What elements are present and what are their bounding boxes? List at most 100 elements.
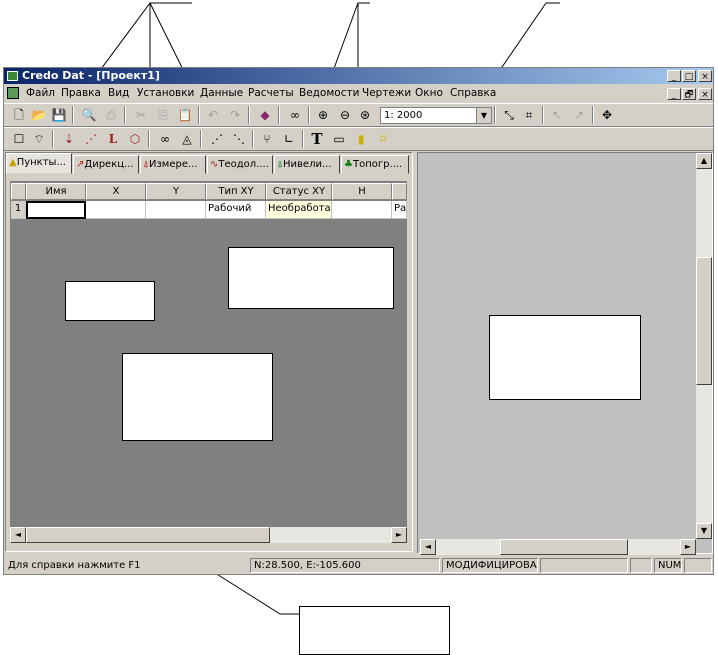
child-minimize-button[interactable]: _ [667,88,681,100]
toolbar-separator [52,130,54,148]
tab-points[interactable]: ▲Пункты... [6,153,72,174]
toolbar-separator [148,130,150,148]
cell-x[interactable] [86,201,146,219]
zoom-out-icon[interactable]: ⊖ [336,106,354,124]
zoom-extents-icon[interactable]: ⤡ [500,106,518,124]
scroll-left-icon[interactable]: ◄ [420,539,436,555]
text-tool-icon[interactable]: T [308,130,326,148]
tab-traverse[interactable]: ∿Теодол.... [207,155,273,174]
traverse-alt-icon[interactable]: ⋱ [230,130,248,148]
toolbar-separator [494,106,496,124]
cell-name[interactable] [26,201,86,219]
new-file-icon[interactable]: 🗋 [10,106,28,124]
tab-measurements[interactable]: ⍋Измере... [140,155,206,174]
menu-view[interactable]: Вид [108,87,129,99]
traverse-icon[interactable]: ⋰ [208,130,226,148]
column-header-h[interactable]: H [332,183,392,200]
paste-icon[interactable]: 📋 [176,106,194,124]
branch-icon[interactable]: ⑂ [258,130,276,148]
cell-status-xy[interactable]: Необработан [266,201,332,219]
cell-extra[interactable]: Раб [392,201,407,219]
callout-box [65,281,155,321]
menu-edit[interactable]: Правка [61,87,101,99]
row-number: 1 [11,201,26,219]
menu-file[interactable]: Файл [26,87,55,99]
column-header-type-xy[interactable]: Тип XY [206,183,266,200]
open-folder-icon[interactable]: 📂 [30,106,48,124]
tab-label: Теодол.... [218,159,269,170]
redo-icon[interactable]: ↷ [226,106,244,124]
status-panel-empty [540,558,628,573]
xy-grid-icon[interactable]: ⌗ [520,106,538,124]
maximize-button[interactable]: □ [682,70,696,82]
sheet-icon[interactable]: ⌑ [374,130,392,148]
frame-icon[interactable]: ▭ [330,130,348,148]
right-vertical-scrollbar[interactable]: ▲ ▼ [696,153,712,539]
copy-icon[interactable]: ⎘ [154,106,172,124]
scroll-right-icon[interactable]: ► [680,539,696,555]
note-icon[interactable]: ▮ [352,130,370,148]
cell-y[interactable] [146,201,206,219]
callout-box [228,247,394,309]
status-modified: МОДИФИЦИРОВАН [442,558,538,573]
right-horizontal-scrollbar[interactable]: ◄ ► [420,539,696,555]
scroll-right-icon[interactable]: ► [391,527,407,543]
select-prev-icon[interactable]: ↖ [548,106,566,124]
zoom-window-icon[interactable]: ⊛ [356,106,374,124]
menu-data[interactable]: Данные [200,87,243,99]
cut-icon[interactable]: ✂ [132,106,150,124]
polygon-tool-icon[interactable]: ◬ [178,130,196,148]
rectangle-select-icon[interactable]: ☐ [10,130,28,148]
tab-topography[interactable]: ♣Топогр.... [341,155,409,174]
menu-help[interactable]: Справка [450,87,496,99]
left-horizontal-scrollbar[interactable]: ◄ ► [10,527,407,543]
menu-window[interactable]: Окно [415,87,443,99]
close-button[interactable]: × [698,70,712,82]
status-coordinates: N:28.500, E:-105.600 [250,558,440,573]
scroll-up-icon[interactable]: ▲ [696,153,712,169]
print-icon[interactable]: ⎙ [102,106,120,124]
pan-icon[interactable]: ✥ [598,106,616,124]
document-icon[interactable] [7,87,19,99]
scroll-thumb[interactable] [26,527,270,543]
menu-calculations[interactable]: Расчеты [248,87,294,99]
status-num: NUM [654,558,682,573]
column-header-extra[interactable] [392,183,407,200]
print-preview-icon[interactable]: 🔍 [80,106,98,124]
chevron-down-icon[interactable]: ▼ [476,108,491,123]
scroll-thumb[interactable] [696,257,712,385]
point-connect-icon[interactable]: ⋰ [82,130,100,148]
tab-directions[interactable]: ↗Дирекц... [73,155,139,174]
zoom-in-icon[interactable]: ⊕ [314,106,332,124]
window-title: Credo Dat - [Проект1] [22,69,160,82]
select-next-icon[interactable]: ↗ [570,106,588,124]
column-header-x[interactable]: X [86,183,146,200]
polygon-select-icon[interactable]: ⌔ [30,130,48,148]
tab-label: Измере... [149,159,198,170]
child-close-button[interactable]: × [698,88,712,100]
tab-leveling[interactable]: ⍋Нивели... [274,155,340,174]
column-header-y[interactable]: Y [146,183,206,200]
scroll-down-icon[interactable]: ▼ [696,523,712,539]
cell-h[interactable] [332,201,392,219]
cell-type-xy[interactable]: Рабочий [206,201,266,219]
minimize-button[interactable]: _ [667,70,681,82]
menu-settings[interactable]: Установки [137,87,194,99]
scroll-thumb[interactable] [500,539,628,555]
angle-icon[interactable]: ∟ [280,130,298,148]
sort-points-icon[interactable]: ⇣ [60,130,78,148]
child-restore-button[interactable]: 🗗 [682,88,696,100]
undo-icon[interactable]: ↶ [204,106,222,124]
menu-reports[interactable]: Ведомости [299,87,359,99]
line-label-icon[interactable]: L [104,130,122,148]
column-header-name[interactable]: Имя [26,183,86,200]
menu-drawings[interactable]: Чертежи [362,87,411,99]
column-header-status-xy[interactable]: Статус XY [266,183,332,200]
book-icon[interactable]: ◆ [256,106,274,124]
scroll-left-icon[interactable]: ◄ [10,527,26,543]
binoculars-icon[interactable]: ∞ [286,106,304,124]
find-points-icon[interactable]: ∞ [156,130,174,148]
save-icon[interactable]: 💾 [50,106,68,124]
scale-combobox[interactable]: 1: 2000 ▼ [380,107,492,124]
polygon-icon[interactable]: ⬡ [126,130,144,148]
